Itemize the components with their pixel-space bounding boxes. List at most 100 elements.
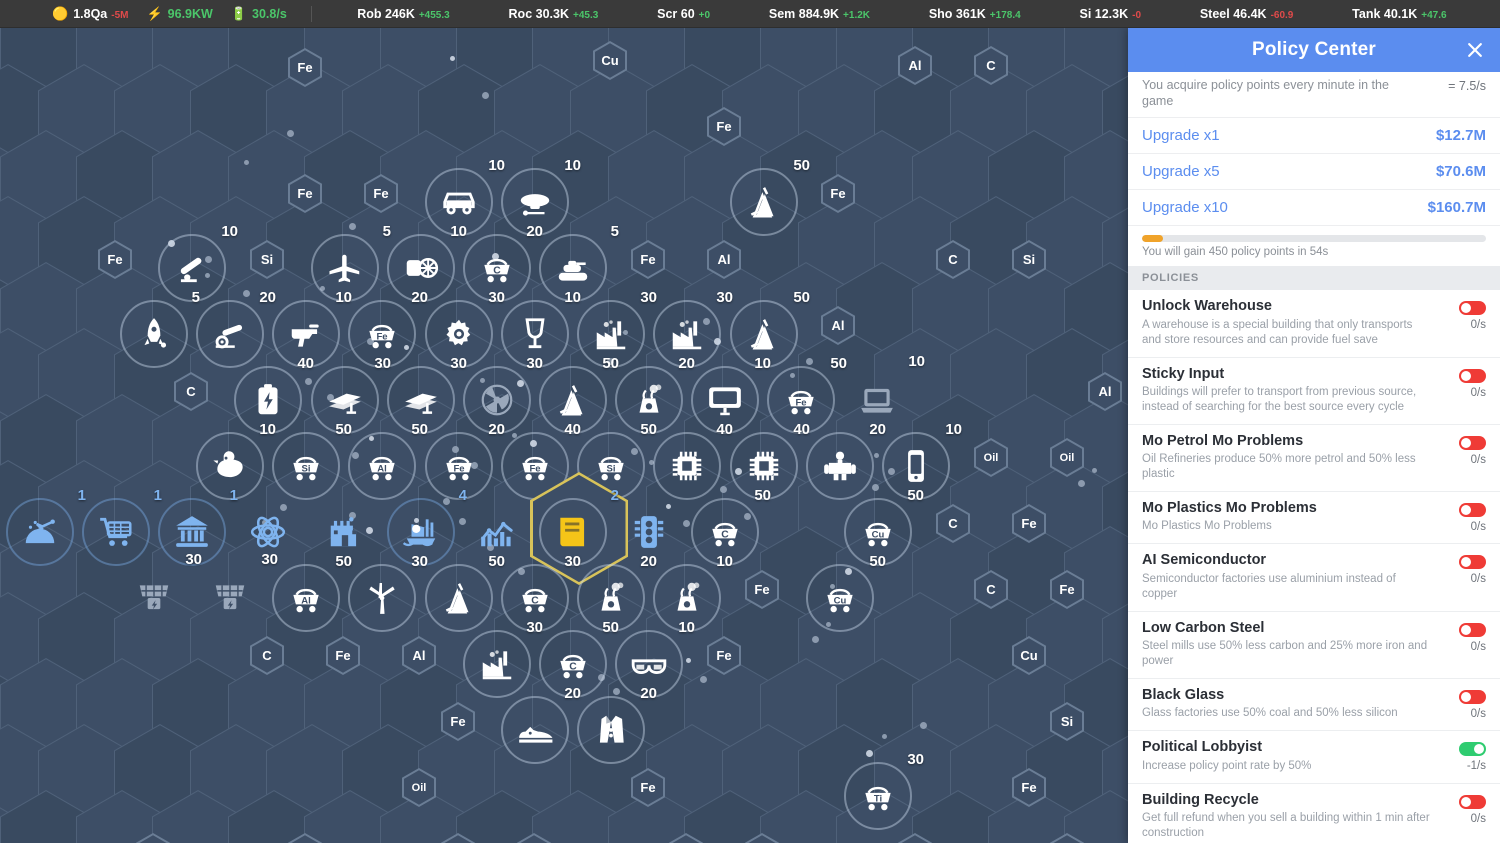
building-oilrig[interactable]: 50 (730, 157, 810, 236)
policy-toggle[interactable] (1459, 794, 1486, 809)
resource-Steel: Steel 46.4K -60.9 (1200, 7, 1294, 21)
building-airport[interactable]: 1 (6, 487, 86, 566)
policy-description: Mo Plastics Mo Problems (1142, 520, 1272, 533)
building-solar[interactable]: 30 (120, 551, 202, 632)
policy-toggle[interactable] (1459, 503, 1486, 518)
policy-row[interactable]: Sticky Input Buildings will prefer to tra… (1128, 357, 1500, 425)
policy-toggle[interactable] (1459, 368, 1486, 383)
policy-toggle[interactable] (1459, 555, 1486, 570)
coppercart-icon: Cu (865, 522, 891, 547)
resource-amount: 1.8Qa (73, 6, 108, 21)
policy-text: AI Semiconductor Semiconductor factories … (1142, 552, 1440, 601)
building-level: 20 (488, 421, 505, 438)
rocket-icon (144, 318, 167, 348)
policy-name: Black Glass (1142, 686, 1225, 703)
upgrade-list[interactable]: Upgrade x1 $12.7M Upgrade x5 $70.6M Upgrade … (1128, 118, 1500, 227)
policy-toggle[interactable] (1459, 742, 1486, 757)
policy-text: Building Recycle Get full refund when you… (1142, 792, 1440, 841)
policy-rate-row: You acquire policy points every minute i… (1128, 72, 1500, 119)
resource-delta: +0 (698, 9, 711, 21)
resource-node-label: Al (412, 648, 426, 663)
policy-row[interactable]: Building Recycle Get full refund when you… (1128, 783, 1500, 843)
upgrade-row-1[interactable]: Upgrade x1 $12.7M (1128, 118, 1500, 155)
building-coppercart[interactable]: Cu 50 (806, 553, 886, 632)
building-suit[interactable]: 20 (577, 685, 657, 764)
close-icon[interactable] (1462, 37, 1488, 63)
building-alucart[interactable]: Al 50 (348, 421, 428, 500)
building-level: 50 (640, 421, 657, 438)
policy-rate: -1/s (1466, 760, 1486, 773)
upgrade-price: $160.7M (1427, 199, 1486, 217)
policy-rate: 0/s (1470, 707, 1486, 720)
resource-node-label: Fe (450, 714, 466, 729)
policy-description: Buildings will prefer to transport from … (1142, 385, 1417, 413)
resource-node-label: Fe (1059, 582, 1075, 597)
transport-dot (720, 486, 727, 493)
building-chip[interactable]: 40 (653, 421, 733, 500)
building-rocket[interactable]: 5 (120, 289, 200, 368)
building-level: 40 (793, 421, 810, 438)
building-level: 2 (610, 487, 619, 504)
building-factory[interactable]: 30 (463, 619, 543, 698)
policy-controls: 0/s (1440, 792, 1486, 825)
policy-row[interactable]: Mo Plastics Mo Problems Mo Plastics Mo Pr… (1128, 492, 1500, 545)
building-level: 50 (754, 487, 771, 504)
building-silicart[interactable]: Si 50 (272, 421, 352, 500)
policy-progress: You will gain 450 policy points in 54s (1128, 226, 1500, 267)
policy-center-panel[interactable]: Policy Center You acquire policy points … (1128, 28, 1500, 843)
policy-row[interactable]: AI Semiconductor Semiconductor factories … (1128, 544, 1500, 612)
resource-Sho: Sho 361K +178.4 (929, 7, 1021, 21)
resource-node-label: Fe (297, 186, 313, 201)
building-windturbine[interactable]: 30 (348, 553, 428, 632)
transport-dot (812, 636, 819, 643)
policy-toggle[interactable] (1459, 435, 1486, 450)
policy-toggle[interactable] (1459, 301, 1486, 316)
alucart-icon: Al (293, 588, 319, 613)
resource-node-label: Si (260, 252, 274, 267)
transport-dot (243, 290, 250, 297)
building-cannon[interactable]: 20 (196, 289, 276, 368)
building-level: 30 (907, 751, 924, 768)
upgrade-row-2[interactable]: Upgrade x5 $70.6M (1128, 154, 1500, 191)
policy-controls: 0/s (1440, 298, 1486, 331)
building-oilrig[interactable]: 50 (425, 553, 505, 632)
resource-fuel: 🔋 30.8/s (231, 7, 287, 21)
building-level: 10 (221, 223, 238, 240)
resource-node-label: Si (1022, 252, 1036, 267)
policy-row[interactable]: Black Glass Glass factories use 50% coal … (1128, 678, 1500, 732)
policies-list[interactable]: Unlock Warehouse A warehouse is a special… (1128, 290, 1500, 843)
policy-row[interactable]: Mo Petrol Mo Problems Oil Refineries prod… (1128, 424, 1500, 493)
resource-node-label: C (948, 252, 958, 267)
policy-rate: 0/s (1470, 573, 1486, 586)
resource-amount: Sho 361K (928, 6, 986, 21)
policy-text: Black Glass Glass factories use 50% coal … (1142, 687, 1440, 721)
building-cart[interactable]: 1 (82, 487, 162, 566)
building-robot[interactable]: 20 (806, 421, 886, 500)
building-shoe[interactable]: 20 (501, 685, 581, 764)
toggle-knob (1461, 505, 1471, 516)
policy-toggle[interactable] (1459, 622, 1486, 637)
laptop-icon (861, 388, 893, 413)
solar-icon (139, 585, 169, 610)
policy-row[interactable]: Low Carbon Steel Steel mills use 50% less… (1128, 611, 1500, 679)
hex-map[interactable]: Fe Cu Al C Fe Fe Fe Fe Fe Si Fe Al C Si Al C Al Oil Oil C Fe… (0, 28, 1128, 843)
building-ironcart[interactable]: Fe 40 (501, 421, 581, 500)
policy-row[interactable]: Political Lobbyist Increase policy point … (1128, 731, 1500, 784)
upgrade-row-3[interactable]: Upgrade x10 $160.7M (1128, 190, 1500, 227)
cart-icon (100, 517, 132, 546)
policy-toggle[interactable] (1459, 689, 1486, 704)
building-level: 20 (259, 289, 276, 306)
turbine-icon (406, 258, 439, 278)
policy-rate: 0/s (1470, 453, 1486, 466)
building-titaniumcart[interactable]: Ti 30 (844, 751, 924, 830)
building-solar[interactable]: 30 (196, 551, 278, 632)
resource-node-label: Fe (297, 60, 313, 75)
resource-delta: -60.9 (1270, 9, 1294, 21)
alucart-icon: Al (369, 456, 395, 481)
building-level: 30 (716, 289, 733, 306)
building-level: 50 (335, 553, 352, 570)
building-alucart[interactable]: Al 50 (272, 553, 352, 632)
policy-row[interactable]: Unlock Warehouse A warehouse is a special… (1128, 290, 1500, 358)
toggle-knob (1461, 370, 1471, 381)
chart-icon (481, 521, 513, 547)
